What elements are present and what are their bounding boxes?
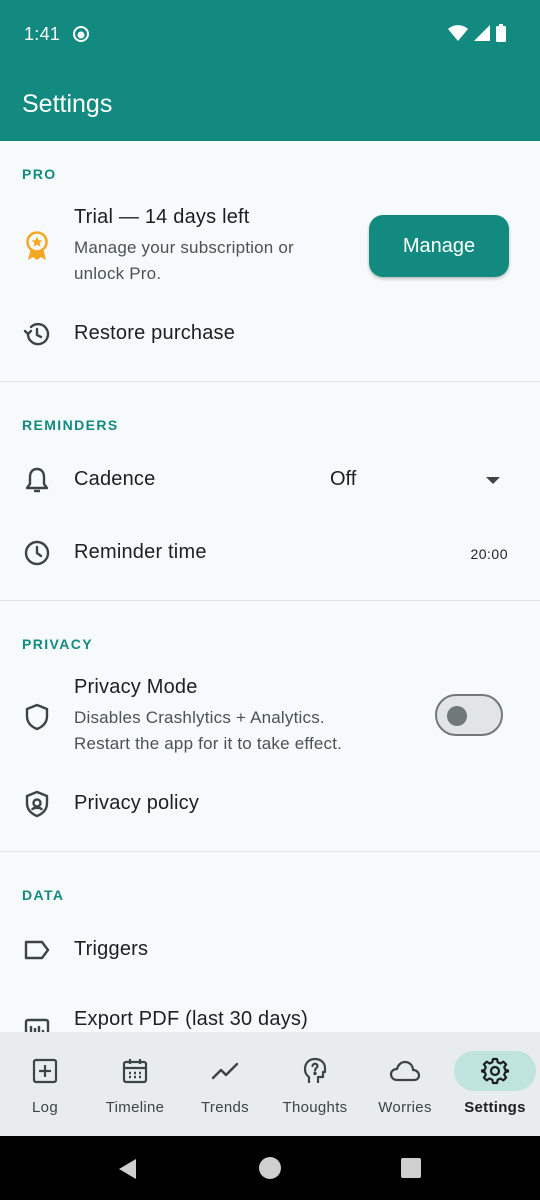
notification-icon	[73, 26, 89, 42]
dropdown-arrow-icon[interactable]	[486, 477, 500, 484]
trend-line-icon	[211, 1062, 239, 1080]
shield-icon	[22, 702, 52, 732]
psychology-icon	[303, 1057, 327, 1083]
nav-label: Thoughts	[282, 1099, 348, 1116]
nav-label: Log	[32, 1099, 58, 1116]
nav-item-thoughts[interactable]: Thoughts	[270, 1032, 360, 1136]
section-header-pro: PRO	[22, 166, 57, 182]
nav-label: Worries	[378, 1099, 432, 1116]
export-pdf-label: Export PDF (last 30 days)	[74, 1008, 308, 1030]
home-icon[interactable]	[259, 1157, 281, 1179]
policy-shield-icon	[22, 789, 52, 819]
nav-pill	[364, 1051, 446, 1091]
system-navigation-bar	[0, 1136, 540, 1200]
award-icon	[22, 231, 52, 261]
section-header-data: DATA	[22, 887, 65, 903]
nav-pill	[94, 1051, 176, 1091]
back-icon[interactable]	[118, 1158, 138, 1180]
nav-item-worries[interactable]: Worries	[360, 1032, 450, 1136]
divider	[0, 381, 540, 382]
nav-label: Settings	[464, 1099, 526, 1116]
app-bar: 1:41 Settings	[0, 0, 540, 141]
history-icon	[22, 319, 52, 349]
page-title: Settings	[22, 90, 113, 118]
trial-title: Trial — 14 days left	[74, 206, 250, 228]
privacy-mode-subtitle: Disables Crashlytics + Analytics. Restar…	[74, 708, 343, 753]
privacy-mode-title: Privacy Mode	[74, 676, 198, 698]
cadence-dropdown[interactable]: Off	[330, 468, 356, 491]
triggers-label: Triggers	[74, 938, 149, 960]
reminder-time-label: Reminder time	[74, 541, 207, 563]
nav-item-timeline[interactable]: Timeline	[90, 1032, 180, 1136]
bell-icon	[22, 465, 52, 495]
clock-icon	[22, 538, 52, 568]
recents-icon[interactable]	[401, 1158, 421, 1178]
add-box-icon	[32, 1058, 58, 1084]
nav-pill	[184, 1051, 266, 1091]
nav-pill	[4, 1051, 86, 1091]
system-icons	[448, 24, 506, 42]
section-header-privacy: PRIVACY	[22, 636, 93, 652]
restore-purchase-label: Restore purchase	[74, 322, 236, 344]
cloud-icon	[389, 1060, 421, 1082]
nav-pill-active	[454, 1051, 536, 1091]
nav-pill	[274, 1051, 356, 1091]
document-icon	[22, 1013, 52, 1032]
privacy-mode-toggle[interactable]	[435, 694, 503, 736]
bottom-navigation: Log Timeline Trends Thoughts Worries Set…	[0, 1032, 540, 1136]
nav-label: Trends	[201, 1099, 249, 1116]
toggle-knob	[447, 706, 467, 726]
cadence-label: Cadence	[74, 468, 156, 490]
wifi-icon	[448, 25, 468, 41]
nav-item-settings[interactable]: Settings	[450, 1032, 540, 1136]
divider	[0, 600, 540, 601]
privacy-policy-label: Privacy policy	[74, 792, 200, 814]
nav-item-log[interactable]: Log	[0, 1032, 90, 1136]
settings-list[interactable]: PRO Trial — 14 days left Manage your sub…	[0, 141, 540, 1032]
label-tag-icon	[22, 935, 52, 965]
nav-item-trends[interactable]: Trends	[180, 1032, 270, 1136]
signal-icon	[474, 25, 490, 41]
divider	[0, 851, 540, 852]
status-time: 1:41	[24, 24, 61, 44]
calendar-icon	[122, 1059, 148, 1084]
trial-subtitle: Manage your subscription or unlock Pro.	[74, 238, 294, 283]
section-header-reminders: REMINDERS	[22, 417, 119, 433]
status-bar: 1:41	[0, 0, 540, 70]
reminder-time-value: 20:00	[470, 546, 508, 562]
battery-icon	[496, 24, 506, 42]
nav-label: Timeline	[105, 1099, 165, 1116]
gear-icon	[481, 1057, 509, 1085]
manage-button[interactable]: Manage	[369, 215, 509, 277]
